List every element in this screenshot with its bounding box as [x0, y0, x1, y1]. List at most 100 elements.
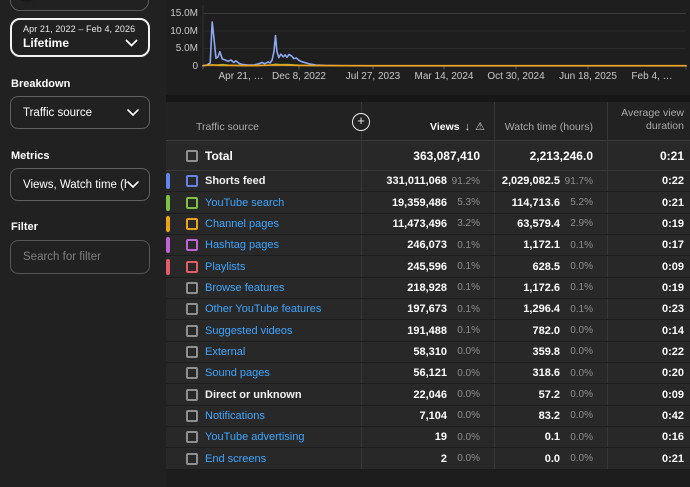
row-checkbox[interactable] — [186, 367, 198, 379]
watch-time-percent: 0.0% — [560, 368, 593, 379]
views-percent: 0.1% — [447, 325, 480, 336]
avg-duration-cell: 0:21 — [607, 192, 690, 212]
table-row[interactable]: Hashtag pages246,0730.1%1,172.10.1%0:17 — [166, 235, 690, 256]
avg-duration-value: 0:09 — [662, 389, 684, 401]
views-cell: 22,0460.0% — [361, 384, 494, 404]
clipped-top-control[interactable] — [10, 0, 149, 11]
filter-label: Filter — [11, 221, 38, 233]
traffic-source-label: Direct or unknown — [205, 389, 302, 401]
row-checkbox[interactable] — [186, 239, 198, 251]
y-tick-label: 15.0M — [166, 8, 198, 19]
traffic-source-label[interactable]: YouTube advertising — [205, 431, 304, 443]
traffic-line-chart[interactable]: 15.0M10.0M5.0M0 Apr 21, …Dec 8, 2022Jul … — [166, 0, 690, 95]
watch-time-value: 359.8 — [532, 346, 560, 358]
traffic-source-cell: External — [166, 342, 361, 362]
table-row[interactable]: Shorts feed331,011,06891.2%2,029,082.591… — [166, 171, 690, 192]
sort-descending-icon[interactable]: ↓ — [465, 122, 471, 133]
row-checkbox[interactable] — [186, 431, 198, 443]
table-row[interactable]: Channel pages11,473,4963.2%63,579.42.9%0… — [166, 214, 690, 235]
watch-time-value: 0.1 — [545, 431, 560, 443]
traffic-source-cell: YouTube advertising — [166, 427, 361, 447]
column-header-avg-duration[interactable]: Average view duration — [607, 102, 690, 140]
row-checkbox[interactable] — [186, 346, 198, 358]
warning-icon[interactable]: ⚠ — [475, 122, 485, 133]
traffic-source-label[interactable]: Hashtag pages — [205, 239, 279, 251]
column-header-watch-time[interactable]: Watch time (hours) — [494, 102, 607, 140]
row-checkbox[interactable] — [186, 303, 198, 315]
row-checkbox[interactable] — [186, 410, 198, 422]
table-row[interactable]: YouTube search19,359,4865.3%114,713.65.2… — [166, 192, 690, 213]
avg-duration-cell: 0:14 — [607, 320, 690, 340]
row-checkbox[interactable] — [186, 325, 198, 337]
column-header-traffic-source[interactable]: Traffic source — [166, 102, 361, 140]
table-body: Shorts feed331,011,06891.2%2,029,082.591… — [166, 171, 690, 470]
table-row[interactable]: Notifications7,1040.0%83.20.0%0:42 — [166, 406, 690, 427]
row-checkbox[interactable] — [186, 389, 198, 401]
views-percent: 0.0% — [447, 346, 480, 357]
views-cell: 331,011,06891.2% — [361, 171, 494, 191]
watch-time-value: 1,296.4 — [523, 303, 560, 315]
views-cell: 20.0% — [361, 448, 494, 468]
breakdown-value: Traffic source — [23, 107, 92, 119]
views-value: 19,359,486 — [392, 197, 447, 209]
traffic-source-label[interactable]: Suggested videos — [205, 325, 292, 337]
table-row[interactable]: End screens20.0%0.00.0%0:21 — [166, 448, 690, 469]
table-row[interactable]: Direct or unknown22,0460.0%57.20.0%0:09 — [166, 384, 690, 405]
table-row[interactable]: Browse features218,9280.1%1,172.60.1%0:1… — [166, 278, 690, 299]
watch-time-value: 628.5 — [532, 261, 560, 273]
total-checkbox[interactable] — [186, 150, 198, 162]
watch-time-cell: 318.60.0% — [494, 363, 607, 383]
total-watch-time: 2,213,246.0 — [530, 149, 593, 163]
traffic-source-label[interactable]: Playlists — [205, 261, 245, 273]
traffic-source-label[interactable]: Browse features — [205, 282, 284, 294]
row-checkbox[interactable] — [186, 261, 198, 273]
views-cell: 56,1210.0% — [361, 363, 494, 383]
traffic-source-cell: Other YouTube features — [166, 299, 361, 319]
table-row[interactable]: YouTube advertising190.0%0.10.0%0:16 — [166, 427, 690, 448]
traffic-source-label[interactable]: YouTube search — [205, 197, 284, 209]
table-header: Traffic source Views ↓ ⚠ Watch time (hou… — [166, 102, 690, 141]
table-row[interactable]: Other YouTube features197,6730.1%1,296.4… — [166, 299, 690, 320]
avg-duration-cell: 0:42 — [607, 406, 690, 426]
avg-duration-value: 0:42 — [662, 410, 684, 422]
avg-duration-value: 0:19 — [662, 218, 684, 230]
traffic-source-cell: End screens — [166, 448, 361, 468]
views-percent: 0.1% — [447, 282, 480, 293]
views-percent: 0.0% — [447, 432, 480, 443]
add-metric-button[interactable]: + — [352, 113, 370, 131]
table-row[interactable]: External58,3100.0%359.80.0%0:22 — [166, 342, 690, 363]
avg-duration-cell: 0:21 — [607, 448, 690, 468]
x-tick-label: Mar 14, 2024 — [415, 71, 474, 82]
chevron-down-icon — [125, 35, 138, 53]
breakdown-select[interactable]: Traffic source — [10, 96, 150, 129]
date-range-selector[interactable]: Apr 21, 2022 – Feb 4, 2026 Lifetime — [10, 18, 150, 57]
watch-time-percent: 0.0% — [560, 432, 593, 443]
views-percent: 91.2% — [447, 176, 480, 187]
y-tick-label: 0 — [166, 61, 198, 72]
traffic-source-label[interactable]: Channel pages — [205, 218, 279, 230]
views-cell: 218,9280.1% — [361, 278, 494, 298]
column-header-views[interactable]: Views ↓ ⚠ — [361, 102, 494, 140]
row-checkbox[interactable] — [186, 218, 198, 230]
watch-time-percent: 0.0% — [560, 261, 593, 272]
avg-duration-cell: 0:22 — [607, 171, 690, 191]
table-row[interactable]: Suggested videos191,4880.1%782.00.0%0:14 — [166, 320, 690, 341]
table-row[interactable]: Sound pages56,1210.0%318.60.0%0:20 — [166, 363, 690, 384]
table-row[interactable]: Playlists245,5960.1%628.50.0%0:09 — [166, 256, 690, 277]
filter-search-input[interactable] — [10, 240, 150, 274]
row-checkbox[interactable] — [186, 282, 198, 294]
metrics-select[interactable]: Views, Watch time (ho… — [10, 168, 150, 201]
traffic-source-label[interactable]: End screens — [205, 453, 266, 465]
traffic-source-cell: Shorts feed — [166, 171, 361, 191]
traffic-source-label[interactable]: Notifications — [205, 410, 265, 422]
row-checkbox[interactable] — [186, 453, 198, 465]
traffic-source-label[interactable]: Sound pages — [205, 367, 270, 379]
avg-duration-value: 0:22 — [662, 175, 684, 187]
row-checkbox[interactable] — [186, 175, 198, 187]
row-checkbox[interactable] — [186, 197, 198, 209]
traffic-source-label[interactable]: Other YouTube features — [205, 303, 321, 315]
views-value: 218,928 — [407, 282, 447, 294]
traffic-source-label[interactable]: External — [205, 346, 245, 358]
avg-duration-value: 0:14 — [662, 325, 684, 337]
y-tick-label: 10.0M — [166, 26, 198, 37]
